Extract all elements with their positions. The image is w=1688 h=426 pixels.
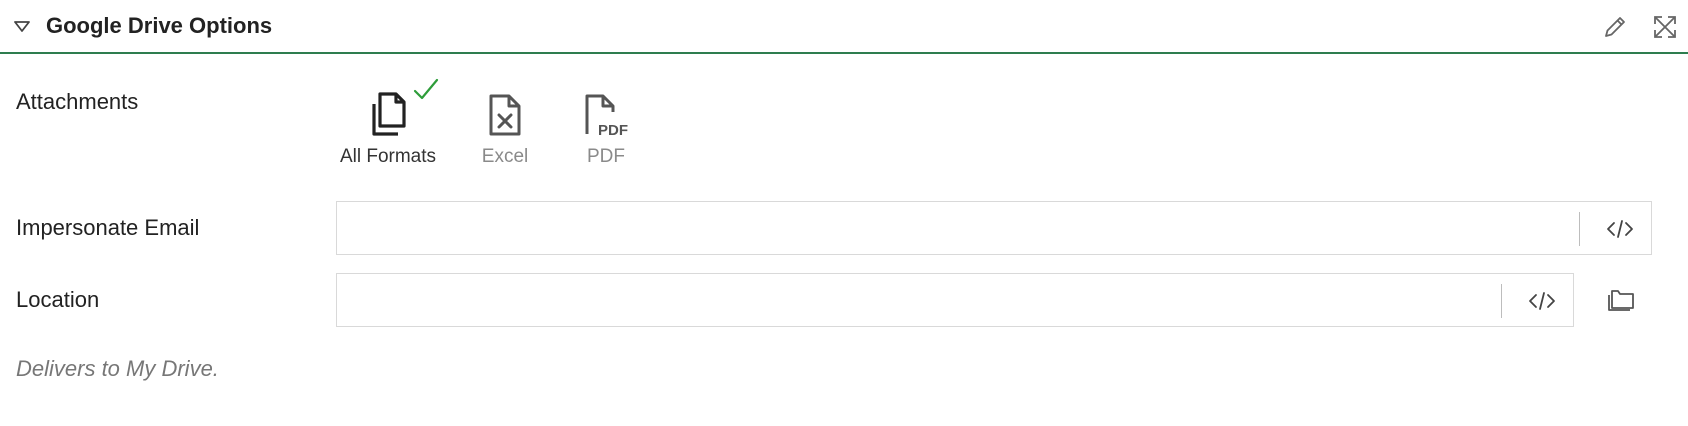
panel-title: Google Drive Options <box>46 13 273 38</box>
field-divider <box>1501 284 1502 318</box>
format-all-formats[interactable]: All Formats <box>336 92 440 168</box>
format-label: PDF <box>587 146 625 167</box>
format-label: All Formats <box>339 146 437 167</box>
folder-browse-icon[interactable] <box>1606 285 1636 311</box>
format-pdf[interactable]: PDF PDF <box>570 92 642 168</box>
code-icon[interactable] <box>1605 216 1635 242</box>
impersonate-email-field <box>336 201 1652 255</box>
pdf-file-icon: PDF <box>585 94 628 138</box>
expand-icon[interactable] <box>1652 14 1678 40</box>
excel-file-icon <box>489 94 521 136</box>
files-icon <box>372 92 406 136</box>
format-label: Excel <box>481 146 529 167</box>
field-divider <box>1579 212 1580 246</box>
collapse-triangle-icon[interactable] <box>14 21 30 33</box>
location-input[interactable] <box>337 274 1499 326</box>
impersonate-email-label: Impersonate Email <box>16 215 200 240</box>
code-icon[interactable] <box>1527 288 1557 314</box>
location-field <box>336 273 1574 327</box>
location-hint: Delivers to My Drive. <box>16 356 219 381</box>
location-label: Location <box>16 287 100 312</box>
edit-pencil-icon[interactable] <box>1602 14 1628 40</box>
attachments-label: Attachments <box>16 89 139 114</box>
svg-text:PDF: PDF <box>598 122 628 138</box>
impersonate-email-input[interactable] <box>337 202 1577 254</box>
panel-header: Google Drive Options <box>0 0 1688 54</box>
format-excel[interactable]: Excel <box>470 92 540 168</box>
